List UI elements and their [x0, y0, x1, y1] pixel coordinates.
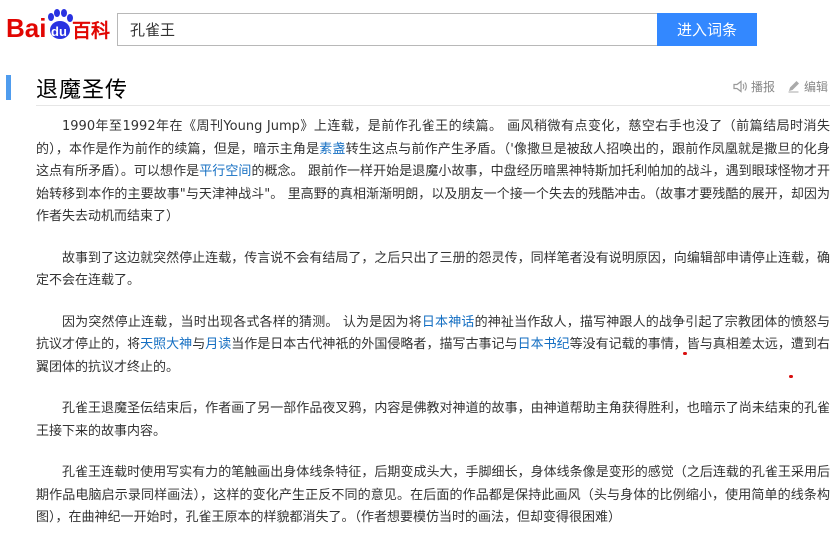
article-content: 1990年至1992年在《周刊Young Jump》上连载，是前作孔雀王的续篇。…	[36, 116, 830, 530]
section-title-bar	[6, 75, 11, 100]
header: Bai du 百科 进入词条	[0, 0, 840, 60]
paragraph-3: 因为突然停止连载，当时出现各式各样的猜测。 认为是因为将日本神话的神祉当作敌人，…	[36, 312, 830, 380]
link-amaterasu[interactable]: 天照大神	[140, 337, 192, 352]
paragraph-1: 1990年至1992年在《周刊Young Jump》上连载，是前作孔雀王的续篇。…	[36, 116, 830, 229]
link-tsukuyomi[interactable]: 月读	[205, 337, 231, 352]
report-button[interactable]: 播报	[733, 78, 775, 95]
edit-label: 编辑	[803, 80, 828, 94]
title-divider	[36, 105, 830, 106]
text: ，将	[114, 337, 141, 352]
section-tools: 播报 编辑	[733, 78, 828, 95]
text: 故事到了这边就突然停止连载，传言说不会有结局了，之后只出了三册的怨灵传，同样笔者…	[36, 250, 830, 289]
text: 孔雀王连载时使用写实有力的笔触画出身体线条特征，后期变成头大，手脚细长，身体线条…	[36, 465, 830, 525]
search-box	[117, 13, 657, 46]
enter-entry-button[interactable]: 进入词条	[657, 13, 757, 46]
baidu-baike-logo[interactable]: Bai du 百科	[6, 8, 110, 44]
link-susanoo[interactable]: 素盏	[319, 142, 345, 157]
paragraph-4: 孔雀王退魔圣伝结束后，作者画了另一部作品夜叉鸦，内容是佛教对神道的故事，由神道帮…	[36, 398, 830, 443]
text: 的神祉当作敌人，描写神跟人的战争	[474, 314, 686, 330]
text: 因为突然停止连载，当时出现各式各样的猜测。 认为是因为将	[62, 314, 422, 330]
paragraph-5: 孔雀王连载时使用写实有力的笔触画出身体线条特征，后期变成头大，手脚细长，身体线条…	[36, 462, 830, 530]
text: 等没有记载的事情，皆与真相差太远，	[569, 337, 791, 352]
link-japanese-mythology[interactable]: 日本神话	[422, 315, 475, 330]
text: 当作是日本古代神祇的外国侵略者，描写古事记与	[231, 337, 518, 352]
text: 与	[192, 337, 206, 352]
report-label: 播报	[750, 80, 775, 94]
logo-text-du: du	[51, 24, 67, 39]
audio-icon	[733, 80, 747, 93]
logo-text-baike: 百科	[72, 19, 110, 42]
section-title: 退魔圣传	[36, 78, 129, 103]
link-nihon-shoki[interactable]: 日本书纪	[518, 337, 570, 352]
text: 孔雀王退魔圣伝结束后，作者画了另一部作品夜叉鸦，内容是佛教对神道的故事，由神道帮…	[36, 401, 830, 439]
edit-icon	[788, 81, 799, 93]
paragraph-2: 故事到了这边就突然停止连载，传言说不会有结局了，之后只出了三册的怨灵传，同样笔者…	[36, 248, 830, 293]
text: 。	[166, 359, 180, 375]
logo-text-bai: Bai	[6, 13, 46, 43]
link-parallel-space[interactable]: 平行空间	[199, 164, 251, 179]
edit-button[interactable]: 编辑	[787, 78, 828, 95]
search-input[interactable]	[118, 14, 657, 45]
